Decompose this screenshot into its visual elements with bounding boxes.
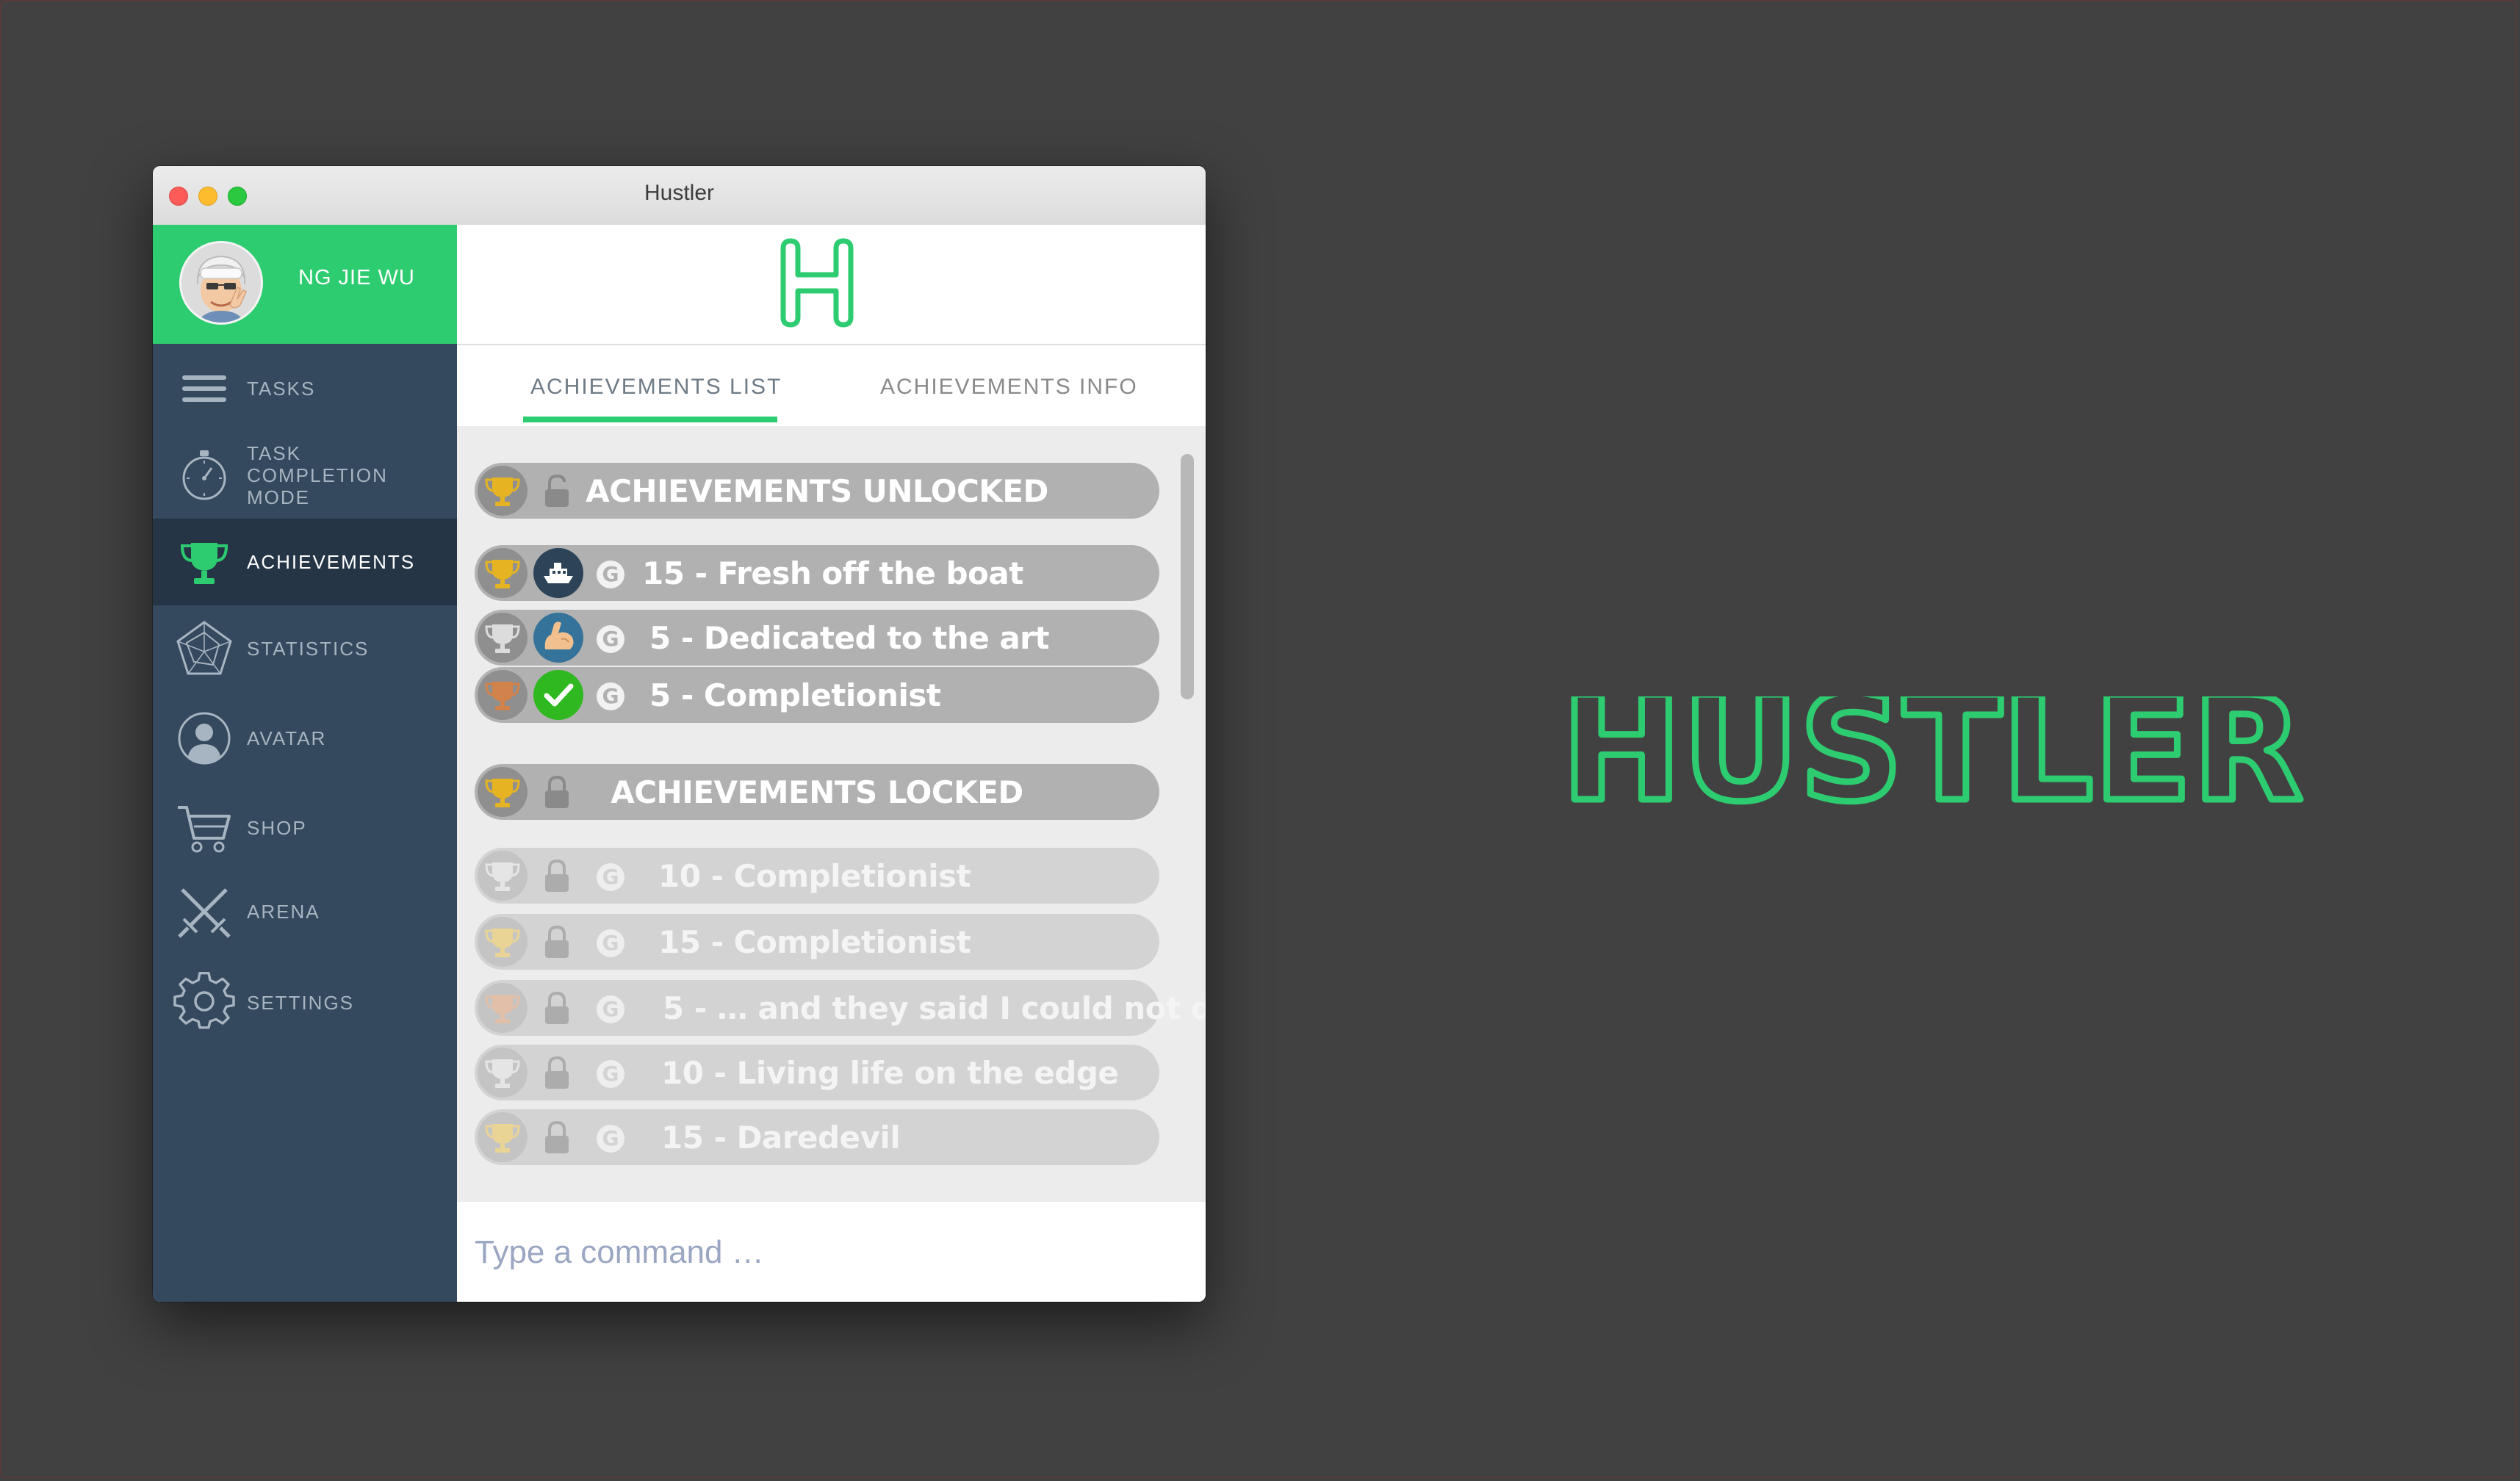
padlock-icon bbox=[541, 858, 573, 893]
achievement-title: 10 - Living life on the edge bbox=[661, 1055, 1119, 1091]
sidebar-item-arena[interactable]: ARENA bbox=[153, 868, 457, 955]
achievement-title: 10 - Completionist bbox=[658, 858, 971, 894]
achievement-row-locked[interactable]: G 10 - Completionist bbox=[475, 848, 1159, 904]
gear-icon bbox=[173, 972, 235, 1034]
section-title: ACHIEVEMENTS LOCKED bbox=[611, 774, 1023, 810]
achievement-title: 15 - Fresh off the boat bbox=[642, 555, 1023, 591]
crossed-swords-icon bbox=[173, 881, 235, 943]
tab-achievements-list[interactable]: ACHIEVEMENTS LIST bbox=[530, 375, 782, 400]
achievement-title: 5 - Dedicated to the art bbox=[649, 620, 1049, 656]
sidebar-item-task-completion-mode[interactable]: TASK COMPLETION MODE bbox=[153, 432, 457, 519]
flexed-arm-icon bbox=[533, 613, 583, 663]
g-coin-icon: G bbox=[597, 1125, 624, 1153]
achievement-title: 15 - Daredevil bbox=[661, 1120, 901, 1156]
trophy-silver-icon bbox=[478, 851, 528, 901]
g-coin-icon: G bbox=[597, 863, 624, 891]
sidebar-item-avatar[interactable]: AVATAR bbox=[153, 695, 457, 782]
app-header bbox=[457, 225, 1206, 345]
active-tab-indicator bbox=[523, 417, 777, 422]
radar-chart-icon bbox=[173, 618, 235, 680]
sidebar-item-statistics[interactable]: STATISTICS bbox=[153, 605, 457, 692]
sidebar-item-label: SHOP bbox=[247, 817, 307, 839]
achievement-title: 15 - Completionist bbox=[658, 924, 971, 960]
hustler-logo-icon bbox=[780, 238, 854, 328]
sidebar-item-label: ARENA bbox=[247, 901, 320, 923]
sidebar-item-label: AVATAR bbox=[247, 727, 327, 749]
sidebar-item-label: SETTINGS bbox=[247, 992, 355, 1014]
checkmark-icon bbox=[533, 670, 583, 720]
sidebar-item-settings[interactable]: SETTINGS bbox=[153, 959, 457, 1046]
achievement-title: 5 - Completionist bbox=[649, 677, 941, 713]
g-coin-icon: G bbox=[597, 625, 624, 653]
cart-icon bbox=[173, 797, 235, 859]
trophy-silver-icon bbox=[478, 1048, 528, 1098]
achievement-row[interactable]: G 5 - Completionist bbox=[475, 667, 1159, 723]
achievement-row[interactable]: G 5 - Dedicated to the art bbox=[475, 610, 1159, 666]
g-coin-icon: G bbox=[597, 682, 624, 710]
sidebar-item-label: STATISTICS bbox=[247, 638, 370, 660]
padlock-icon bbox=[541, 1055, 573, 1090]
brand-wordmark: HUSTLER bbox=[1561, 696, 2303, 814]
sidebar-item-shop[interactable]: SHOP bbox=[153, 785, 457, 871]
trophy-gold-icon bbox=[478, 548, 528, 598]
trophy-gold-icon bbox=[478, 1112, 528, 1162]
trophy-bronze-icon bbox=[478, 983, 528, 1033]
window-title: Hustler bbox=[644, 181, 715, 205]
achievement-row-locked[interactable]: G 10 - Living life on the edge bbox=[475, 1045, 1159, 1100]
profile-header[interactable]: NG JIE WU bbox=[153, 225, 457, 344]
sidebar: NG JIE WU TASKS TASK COMPLETION MODE ACH… bbox=[153, 225, 457, 1302]
sidebar-item-tasks[interactable]: TASKS bbox=[153, 345, 457, 432]
trophy-gold-icon bbox=[478, 917, 528, 967]
section-header-unlocked: ACHIEVEMENTS UNLOCKED bbox=[475, 463, 1159, 519]
scrollbar[interactable] bbox=[1181, 454, 1194, 699]
avatar[interactable] bbox=[179, 241, 263, 325]
tab-achievements-info[interactable]: ACHIEVEMENTS INFO bbox=[880, 375, 1138, 400]
achievement-row-locked[interactable]: G 15 - Completionist bbox=[475, 914, 1159, 970]
g-coin-icon: G bbox=[597, 561, 624, 588]
achievement-title: 5 - … and they said I could not do it bbox=[663, 990, 1206, 1026]
command-bar bbox=[457, 1202, 1206, 1302]
g-coin-icon: G bbox=[597, 929, 624, 957]
achievement-row[interactable]: G 15 - Fresh off the boat bbox=[475, 545, 1159, 601]
command-input[interactable] bbox=[473, 1222, 1206, 1283]
sidebar-item-label: TASK COMPLETION MODE bbox=[247, 442, 388, 508]
user-icon bbox=[173, 707, 235, 769]
ship-icon bbox=[533, 548, 583, 598]
achievement-row-locked[interactable]: G 15 - Daredevil bbox=[475, 1109, 1159, 1165]
main-panel: ACHIEVEMENTS LIST ACHIEVEMENTS INFO ACHI… bbox=[457, 225, 1206, 1302]
hustler-wordmark-logo: HUSTLER bbox=[1558, 696, 2307, 814]
title-bar[interactable]: Hustler bbox=[153, 166, 1206, 226]
sidebar-item-achievements[interactable]: ACHIEVEMENTS bbox=[153, 519, 457, 605]
section-title: ACHIEVEMENTS UNLOCKED bbox=[586, 473, 1048, 509]
padlock-icon bbox=[541, 924, 573, 959]
padlock-icon bbox=[541, 1120, 573, 1155]
padlock-icon bbox=[541, 990, 573, 1026]
tab-bar: ACHIEVEMENTS LIST ACHIEVEMENTS INFO bbox=[457, 345, 1206, 426]
achievement-row-locked[interactable]: G 5 - … and they said I could not do it bbox=[475, 980, 1206, 1036]
trophy-bronze-icon bbox=[478, 670, 528, 720]
hamburger-icon bbox=[173, 358, 235, 419]
g-coin-icon: G bbox=[597, 1060, 624, 1088]
app-window: Hustler NG JIE WU TASKS TASK COMPLETION … bbox=[153, 166, 1206, 1302]
g-coin-icon: G bbox=[597, 995, 624, 1023]
section-header-locked: ACHIEVEMENTS LOCKED bbox=[475, 764, 1159, 820]
sidebar-item-label: ACHIEVEMENTS bbox=[247, 551, 416, 573]
sidebar-item-label: TASKS bbox=[247, 378, 316, 400]
profile-name: NG JIE WU bbox=[298, 266, 415, 289]
trophy-silver-icon bbox=[478, 613, 528, 663]
stopwatch-icon bbox=[173, 444, 235, 506]
achievements-list[interactable]: ACHIEVEMENTS UNLOCKED G 15 - Fresh off t… bbox=[457, 426, 1206, 1202]
trophy-icon bbox=[173, 531, 235, 593]
